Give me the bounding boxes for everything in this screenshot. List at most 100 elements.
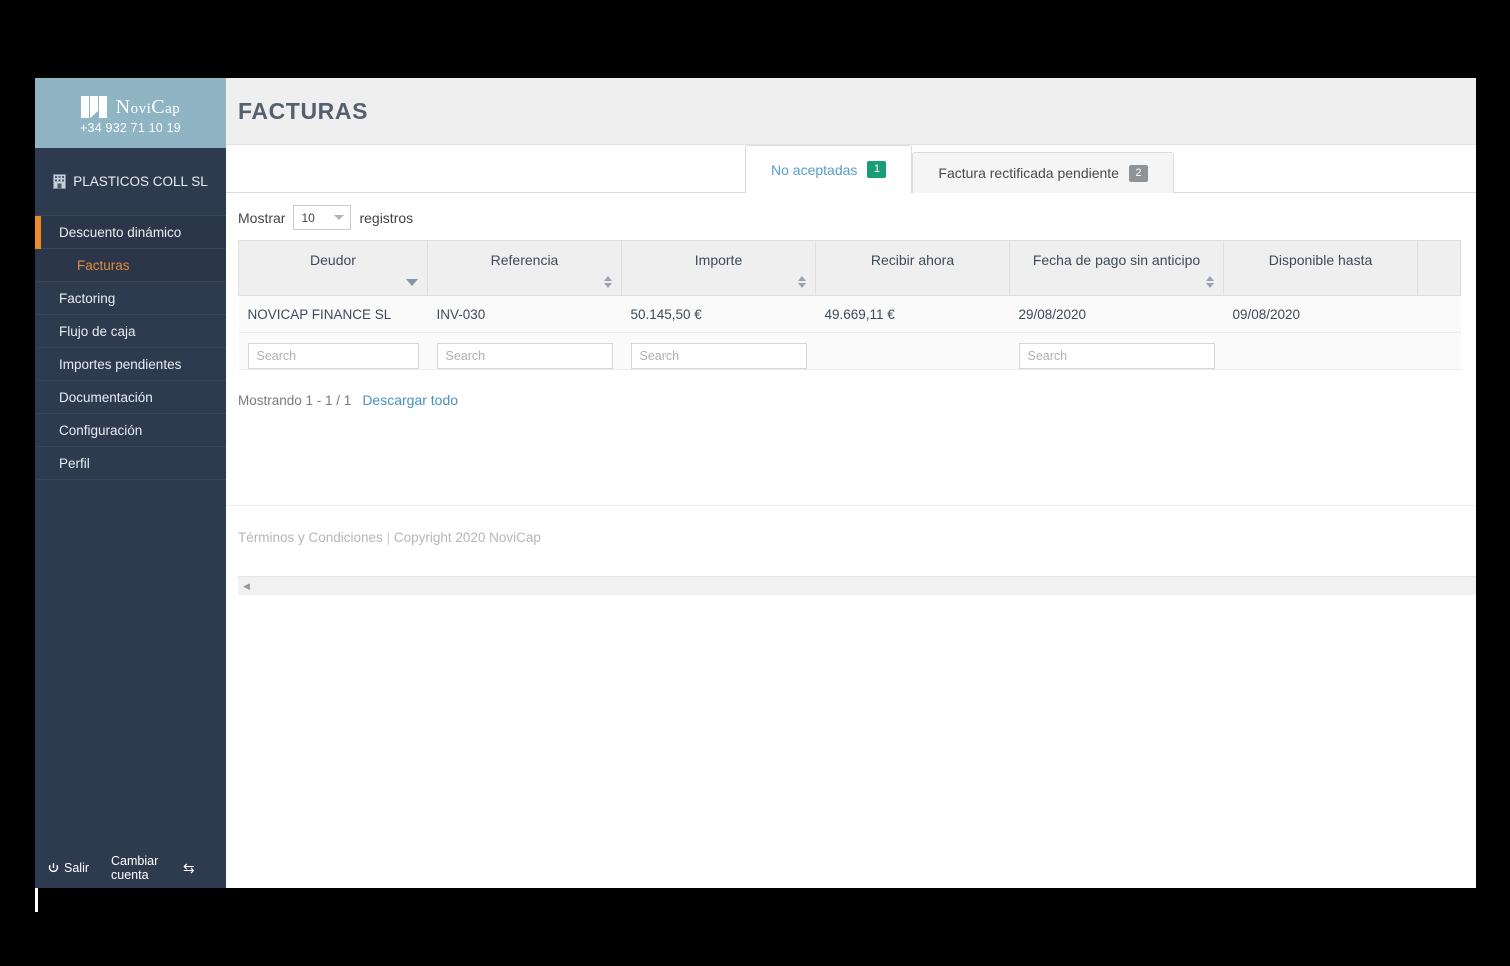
company-name: PLASTICOS COLL SL — [73, 174, 208, 189]
main-content: FACTURAS No aceptadas 1 Factura rectific… — [226, 78, 1476, 888]
filter-cell-fecha-de-pago — [1009, 332, 1224, 370]
legal-separator: | — [386, 530, 391, 545]
column-label: Disponible hasta — [1268, 252, 1373, 268]
table-summary: Mostrando 1 - 1 / 1 Descargar todo — [226, 370, 1476, 408]
horizontal-scrollbar[interactable]: ◀ — [238, 576, 1476, 595]
sidebar-item-label: Flujo de caja — [59, 323, 136, 339]
column-header-disponible-hasta[interactable]: Disponible hasta — [1223, 240, 1418, 296]
sidebar-item-label: Configuración — [59, 422, 143, 438]
column-header-fecha-de-pago-sin-anticipo[interactable]: Fecha de pago sin anticipo — [1009, 240, 1224, 296]
tab-label: Factura rectificada pendiente — [938, 165, 1119, 181]
sidebar-item-label: Facturas — [77, 257, 130, 273]
column-header-importe[interactable]: Importe — [621, 240, 816, 296]
sidebar-item-documentacion[interactable]: Documentación — [35, 381, 226, 414]
terms-link[interactable]: Términos y Condiciones — [238, 530, 383, 545]
sidebar-item-label: Documentación — [59, 389, 153, 405]
page-header: FACTURAS — [226, 78, 1476, 145]
brand-logo: NoviCap — [80, 95, 181, 119]
column-label: Referencia — [490, 252, 559, 268]
cell-action — [1417, 295, 1461, 333]
column-label: Fecha de pago sin anticipo — [1032, 252, 1201, 268]
tabs-bar: No aceptadas 1 Factura rectificada pendi… — [226, 145, 1476, 193]
company-selector[interactable]: PLASTICOS COLL SL — [35, 148, 226, 216]
sidebar-item-descuento-dinamico[interactable]: Descuento dinámico — [35, 216, 226, 249]
filter-cell-disponible-hasta — [1223, 332, 1418, 370]
download-all-link[interactable]: Descargar todo — [362, 392, 458, 408]
sort-both-icon — [604, 276, 612, 288]
filter-cell-actions — [1417, 332, 1461, 370]
switch-account-button[interactable]: Cambiar cuenta — [111, 854, 163, 882]
sidebar-item-label: Importes pendientes — [59, 356, 182, 372]
chevron-down-icon — [334, 215, 345, 220]
page-title: FACTURAS — [238, 97, 369, 124]
tab-no-aceptadas[interactable]: No aceptadas 1 — [745, 145, 913, 193]
showing-label: Mostrando 1 - 1 / 1 — [238, 393, 352, 408]
power-icon — [48, 862, 59, 872]
column-label: Recibir ahora — [870, 252, 955, 268]
cell-fecha-de-pago: 29/08/2020 — [1009, 295, 1224, 333]
tab-badge: 2 — [1128, 164, 1148, 182]
column-header-recibir-ahora[interactable]: Recibir ahora — [815, 240, 1010, 296]
tab-factura-rectificada-pendiente[interactable]: Factura rectificada pendiente 2 — [912, 152, 1174, 193]
column-header-actions — [1417, 240, 1461, 296]
sort-both-icon — [1206, 276, 1214, 288]
filter-cell-deudor — [238, 332, 428, 370]
cell-disponible-hasta: 09/08/2020 — [1223, 295, 1418, 333]
cell-deudor: NOVICAP FINANCE SL — [238, 295, 428, 333]
table-row[interactable]: NOVICAP FINANCE SL INV-030 50.145,50 € 4… — [238, 295, 1461, 333]
sidebar-item-label: Factoring — [59, 290, 116, 306]
switch-account-label: Cambiar cuenta — [111, 854, 159, 882]
sidebar-item-perfil[interactable]: Perfil — [35, 447, 226, 480]
sidebar-item-importes-pendientes[interactable]: Importes pendientes — [35, 348, 226, 381]
search-input-deudor[interactable] — [247, 342, 419, 369]
page-size-suffix-label: registros — [359, 209, 414, 226]
page-size-value: 10 — [301, 210, 315, 225]
logout-button[interactable]: Salir — [48, 861, 89, 875]
building-icon — [53, 174, 67, 189]
screenshot-root: NoviCap +34 932 71 10 19 PLASTICOS COLL … — [0, 0, 1510, 966]
search-input-referencia[interactable] — [436, 342, 613, 369]
cell-referencia: INV-030 — [427, 295, 622, 333]
sidebar-item-facturas[interactable]: Facturas — [35, 249, 226, 282]
cell-importe: 50.145,50 € — [621, 295, 816, 333]
sidebar-item-label: Descuento dinámico — [59, 224, 182, 240]
sort-both-icon — [798, 276, 806, 288]
chevron-left-icon[interactable]: ◀ — [238, 577, 255, 596]
tabs: No aceptadas 1 Factura rectificada pendi… — [745, 145, 1174, 193]
column-header-referencia[interactable]: Referencia — [427, 240, 622, 296]
column-label: Deudor — [310, 252, 356, 268]
sidebar-item-label: Perfil — [59, 455, 90, 471]
sidebar-item-factoring[interactable]: Factoring — [35, 282, 226, 315]
tab-badge: 1 — [867, 161, 887, 178]
legal-footer: Términos y Condiciones | Copyright 2020 … — [238, 530, 541, 545]
swap-icon[interactable]: ⇆ — [183, 860, 195, 877]
search-input-fecha-de-pago[interactable] — [1018, 342, 1215, 369]
sort-desc-icon — [406, 279, 418, 286]
filter-cell-referencia — [427, 332, 622, 370]
column-label: Importe — [694, 252, 743, 268]
cell-recibir-ahora: 49.669,11 € — [815, 295, 1010, 333]
table-header-row: Deudor Referencia Importe Recibir ahora — [238, 240, 1461, 296]
brand-name: NoviCap — [115, 95, 181, 118]
brand-header[interactable]: NoviCap +34 932 71 10 19 — [35, 78, 226, 148]
brand-phone[interactable]: +34 932 71 10 19 — [80, 121, 181, 135]
filter-cell-recibir-ahora — [815, 332, 1010, 370]
invoices-table: Deudor Referencia Importe Recibir ahora — [238, 240, 1461, 370]
novicap-logo-icon — [80, 96, 107, 118]
table-filter-row — [238, 332, 1461, 370]
tab-label: No aceptadas — [771, 161, 858, 178]
page-size-prefix-label: Mostrar — [238, 209, 286, 226]
page-canvas-edge — [35, 888, 38, 912]
page-size-control: Mostrar 10 registros — [226, 193, 1476, 240]
sidebar-footer: Salir Cambiar cuenta ⇆ — [35, 848, 226, 888]
filter-cell-importe — [621, 332, 816, 370]
search-input-importe[interactable] — [630, 342, 807, 369]
sidebar: NoviCap +34 932 71 10 19 PLASTICOS COLL … — [35, 78, 226, 888]
logout-label: Salir — [64, 861, 90, 875]
column-header-deudor[interactable]: Deudor — [238, 240, 428, 296]
invoices-table-wrap: Deudor Referencia Importe Recibir ahora — [226, 240, 1476, 370]
footer-divider — [226, 505, 1476, 506]
page-size-select[interactable]: 10 — [293, 205, 352, 230]
sidebar-item-flujo-de-caja[interactable]: Flujo de caja — [35, 315, 226, 348]
sidebar-item-configuracion[interactable]: Configuración — [35, 414, 226, 447]
